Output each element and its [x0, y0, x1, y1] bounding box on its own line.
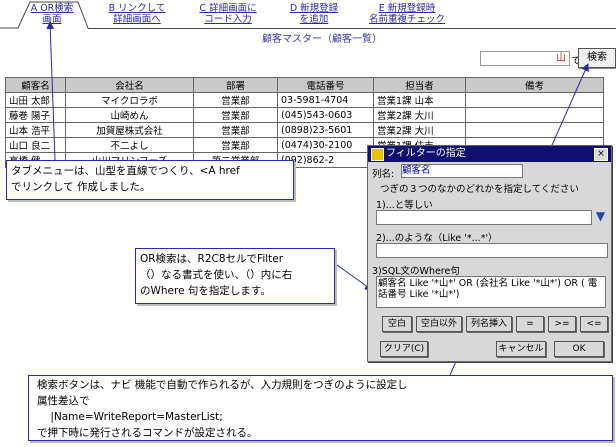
search-button-callout: 検索ボタンは、ナビ 機能で自動で作られるが、入力規則をつぎのように設定し 属性差…	[28, 375, 613, 441]
column-field[interactable]: 顧客名	[401, 164, 523, 178]
lte-button[interactable]: <=	[580, 316, 608, 332]
not-blank-button[interactable]: 空白以外	[416, 316, 462, 332]
dropdown-arrow-icon[interactable]: ▼	[594, 210, 607, 223]
equals-select[interactable]	[376, 210, 592, 225]
column-label: 列名:	[372, 169, 395, 180]
where-textarea[interactable]: 顧客名 Like '*山*' OR (会社名 Like '*山*') OR ( …	[376, 276, 606, 308]
filter-dialog: フィルターの指定 × 列名: 顧客名 つぎの３つのなかのどれかを指定してください…	[367, 145, 612, 362]
like-label: 2)...のような（Like '*...*'）	[376, 233, 498, 244]
filter-icon	[371, 148, 384, 161]
like-field[interactable]	[376, 243, 608, 258]
dialog-title: フィルターの指定	[386, 148, 466, 159]
tab-menu-callout: タブメニューは、山型を直線でつくり、<A href でリンクして 作成しました。	[6, 160, 294, 200]
insert-column-button[interactable]: 列名挿入	[466, 316, 512, 332]
clear-button[interactable]: クリア(C)	[380, 341, 428, 357]
or-search-callout: OR検索は、R2C8セルでFilter （）なる書式を使い、（）内に右 のWhere…	[135, 248, 335, 304]
cancel-button[interactable]: キャンセル	[496, 341, 546, 357]
blank-button[interactable]: 空白	[382, 316, 412, 332]
instruction-text: つぎの３つのなかのどれかを指定してください	[380, 184, 579, 195]
ok-button[interactable]: OK	[554, 341, 604, 357]
where-label: 3)SQL文のWhere句	[372, 266, 460, 277]
dialog-titlebar: フィルターの指定 ×	[368, 146, 611, 162]
close-icon[interactable]: ×	[594, 148, 608, 161]
equals-button[interactable]: =	[516, 316, 544, 332]
gte-button[interactable]: >=	[548, 316, 576, 332]
equals-label: 1)...と等しい	[376, 200, 433, 211]
